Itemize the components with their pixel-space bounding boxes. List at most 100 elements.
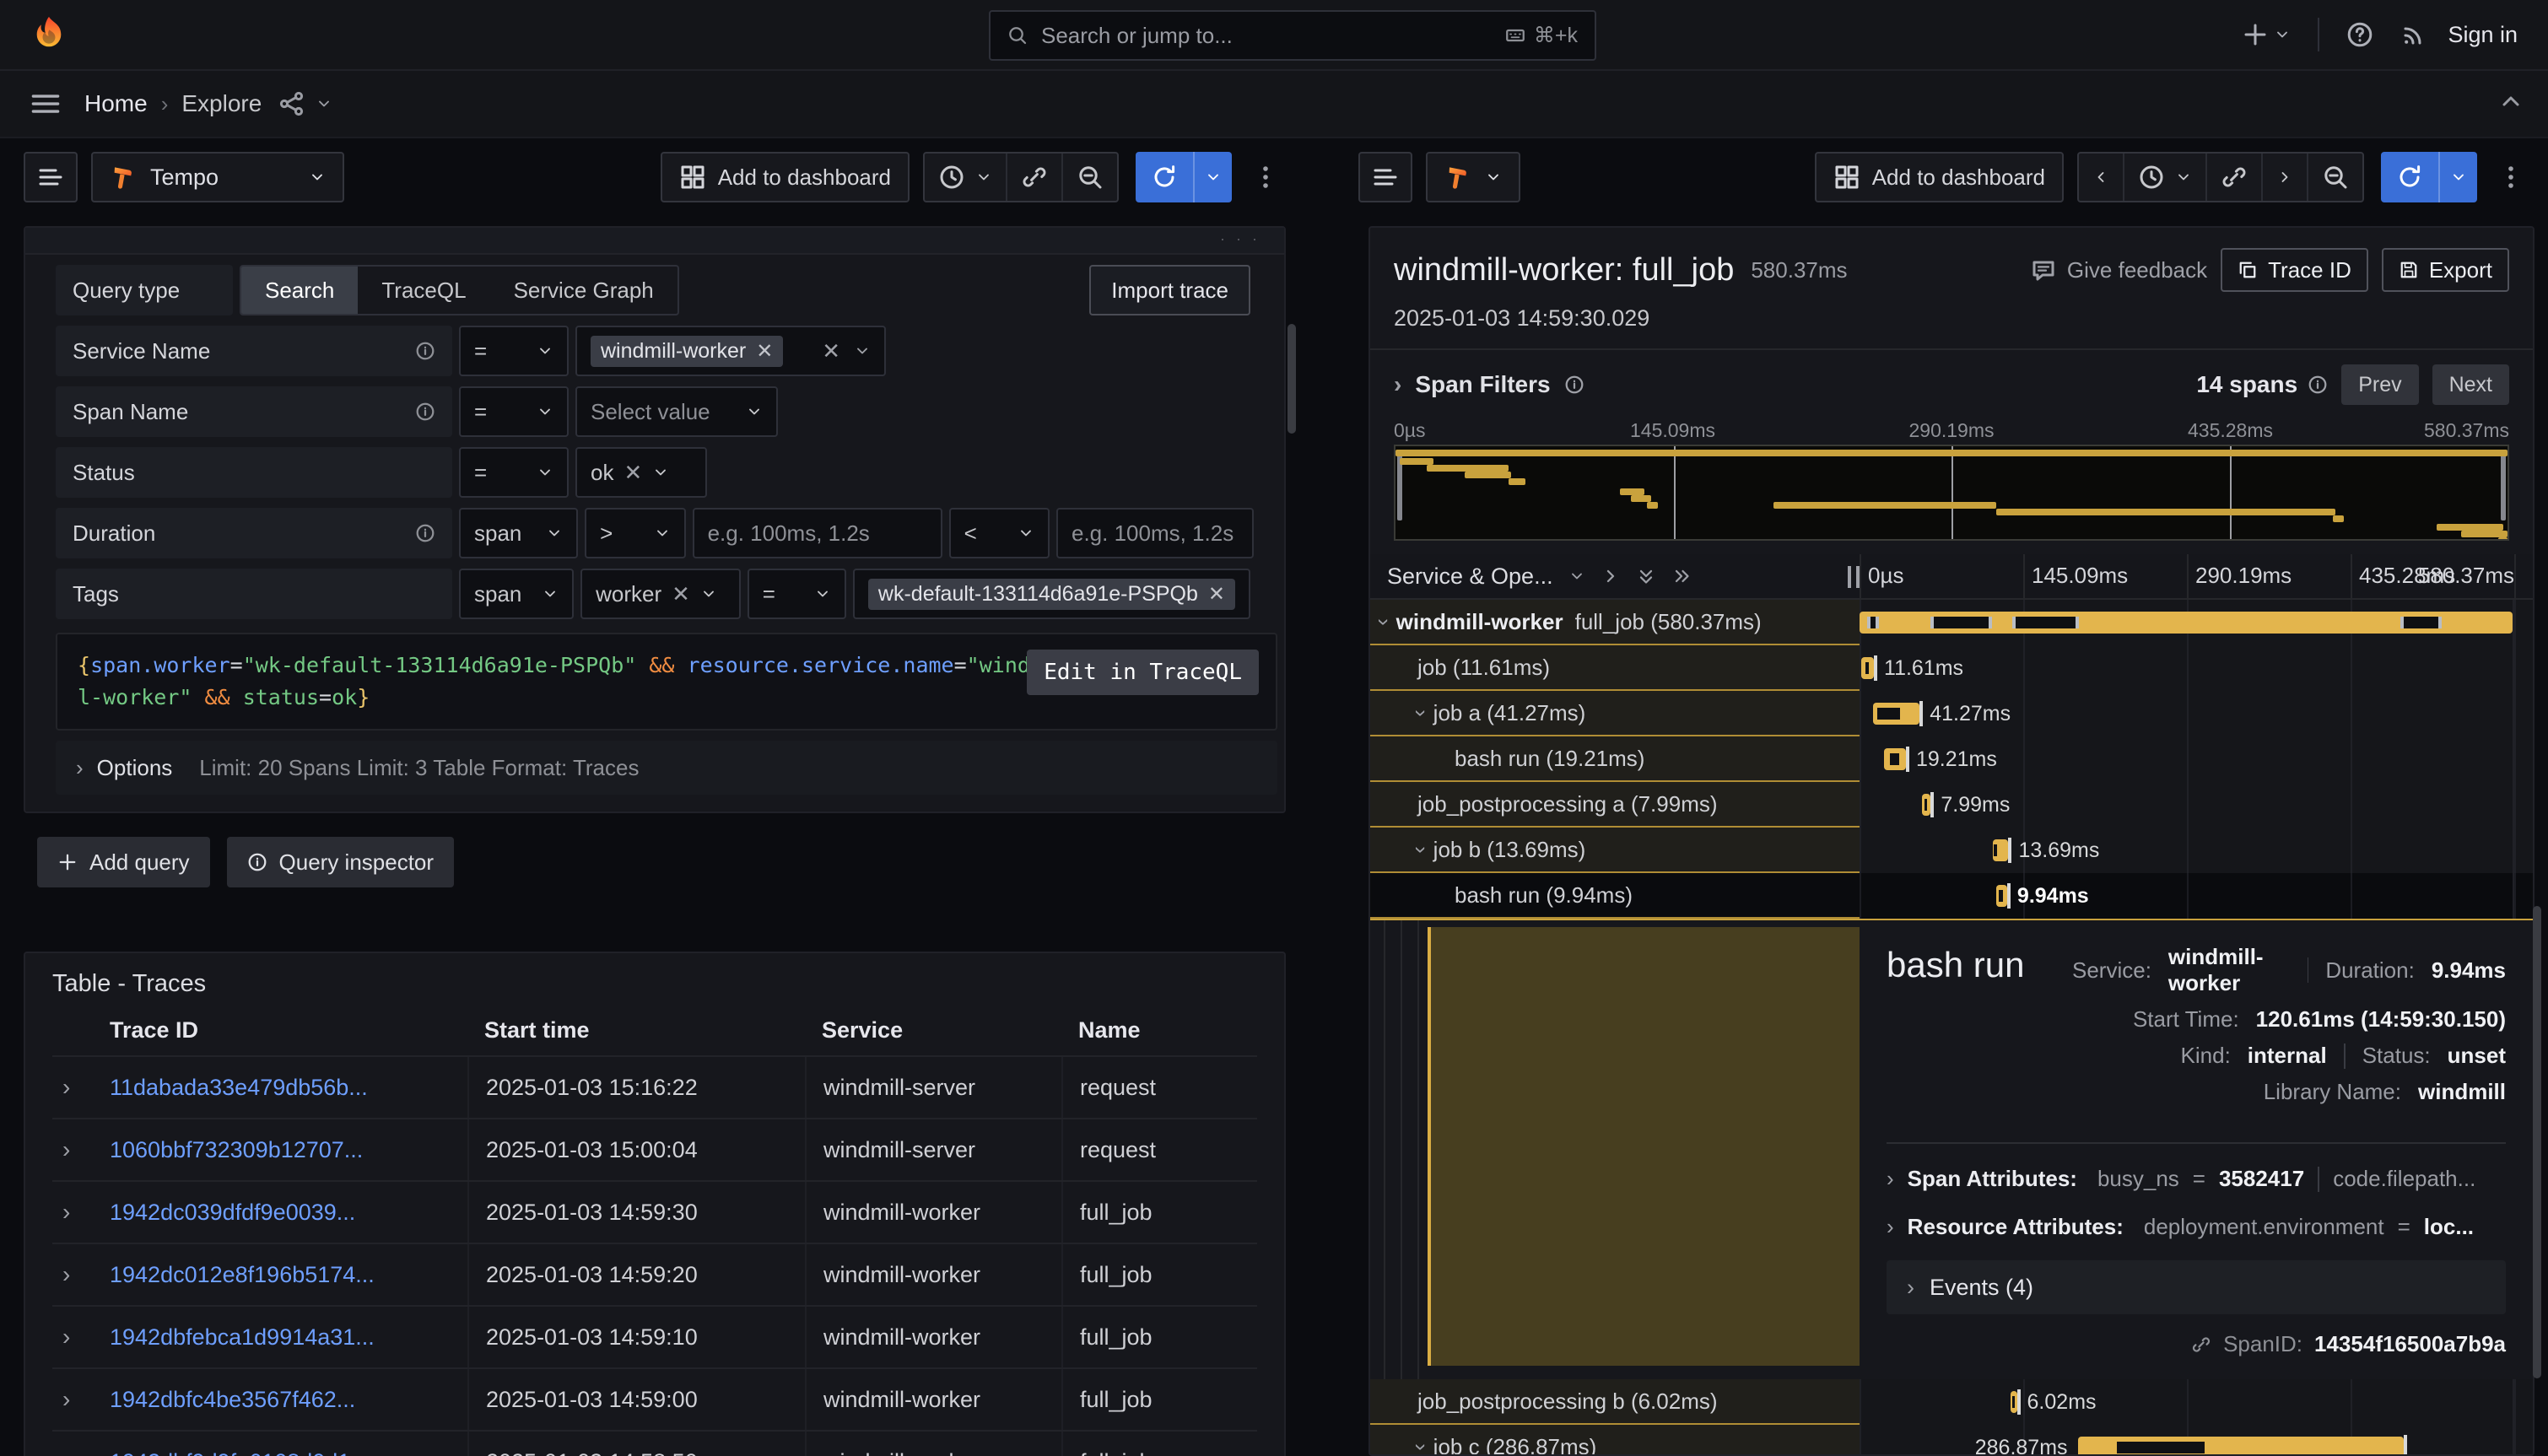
span-bar[interactable] bbox=[1873, 703, 1919, 725]
span-row[interactable]: job (11.61ms)11.61ms bbox=[1370, 645, 2533, 691]
timeline-column-header[interactable]: Service & Ope... bbox=[1370, 554, 1860, 598]
copy-link-button[interactable] bbox=[2205, 154, 2261, 201]
run-query-button[interactable] bbox=[1136, 152, 1193, 202]
row-expander-icon[interactable]: › bbox=[52, 1307, 110, 1367]
share-alt-icon[interactable] bbox=[278, 90, 305, 117]
time-shift-back-button[interactable] bbox=[2079, 154, 2123, 201]
trace-id-link[interactable]: 1942dc012e8f196b5174... bbox=[110, 1262, 375, 1288]
trace-id-link[interactable]: 1060bbf732309b12707... bbox=[110, 1137, 363, 1163]
trace-id-link[interactable]: 1942dbf9d9fa6108d0d1... bbox=[110, 1449, 370, 1456]
global-search[interactable]: ⌘+k bbox=[989, 10, 1596, 61]
remove-chip-icon[interactable]: ✕ bbox=[1208, 582, 1225, 607]
span-name-cell[interactable]: job_postprocessing b (6.02ms) bbox=[1370, 1379, 1860, 1425]
span-attributes-toggle[interactable]: › Span Attributes: busy_ns = 3582417 cod… bbox=[1887, 1166, 2506, 1192]
events-toggle[interactable]: › Events (4) bbox=[1887, 1260, 2506, 1314]
trace-id-link[interactable]: 1942dc039dfdf9e0039... bbox=[110, 1200, 355, 1226]
time-shift-forward-button[interactable] bbox=[2261, 154, 2307, 201]
row-expander-icon[interactable]: › bbox=[52, 1244, 110, 1305]
tags-scope[interactable]: span bbox=[459, 569, 574, 619]
chevron-down-icon[interactable]: › bbox=[1408, 846, 1434, 854]
span-bar[interactable] bbox=[2078, 1437, 2404, 1456]
expand-all-icon[interactable] bbox=[1671, 566, 1692, 586]
run-query-interval-button[interactable] bbox=[2438, 152, 2477, 202]
add-to-dashboard-button[interactable]: Add to dashboard bbox=[661, 152, 910, 202]
span-name-cell[interactable]: bash run (19.21ms) bbox=[1370, 736, 1860, 782]
span-bar[interactable] bbox=[1922, 794, 1931, 816]
span-row[interactable]: job_postprocessing a (7.99ms)7.99ms bbox=[1370, 782, 2533, 828]
status-operator[interactable]: = bbox=[459, 447, 569, 498]
grafana-logo-icon[interactable] bbox=[27, 13, 71, 57]
run-query-interval-button[interactable] bbox=[1193, 152, 1232, 202]
span-row[interactable]: ›windmill-workerfull_job (580.37ms) bbox=[1370, 600, 2533, 645]
collapse-all-icon[interactable] bbox=[1636, 566, 1656, 586]
column-resize-handle[interactable] bbox=[1848, 566, 1860, 588]
span-bar[interactable] bbox=[1860, 612, 2513, 634]
trace-id-link[interactable]: 1942dbfebca1d9914a31... bbox=[110, 1324, 375, 1351]
tags-operator[interactable]: = bbox=[748, 569, 846, 619]
duration-lt-operator[interactable]: < bbox=[949, 508, 1050, 558]
query-history-button[interactable] bbox=[1358, 152, 1412, 202]
sign-in-button[interactable]: Sign in bbox=[2444, 15, 2524, 55]
next-span-button[interactable]: Next bbox=[2432, 364, 2509, 405]
duration-scope[interactable]: span bbox=[459, 508, 578, 558]
table-row[interactable]: ›11dabada33e479db56b...2025-01-03 15:16:… bbox=[52, 1055, 1257, 1118]
span-bar[interactable] bbox=[2011, 1391, 2017, 1413]
left-scrollbar-thumb[interactable] bbox=[1287, 324, 1296, 434]
duration-min-input[interactable] bbox=[693, 508, 942, 558]
export-button[interactable]: Export bbox=[2382, 248, 2509, 292]
span-name-cell[interactable]: ›job c (286.87ms) bbox=[1370, 1425, 1860, 1456]
minimap-right-handle[interactable] bbox=[2501, 453, 2506, 520]
expand-one-level-icon[interactable] bbox=[1601, 566, 1621, 586]
span-name-value[interactable]: Select value bbox=[575, 386, 778, 437]
row-expander-icon[interactable]: › bbox=[52, 1119, 110, 1180]
chevron-down-icon[interactable]: › bbox=[1408, 709, 1434, 717]
span-bar[interactable] bbox=[1861, 657, 1874, 679]
query-mode-search[interactable]: Search bbox=[241, 267, 358, 314]
duration-max-input[interactable] bbox=[1056, 508, 1254, 558]
span-bar[interactable] bbox=[1996, 885, 2007, 907]
mega-menu-button[interactable] bbox=[24, 82, 67, 126]
table-row[interactable]: ›1942dbf9d9fa6108d0d1...2025-01-03 14:58… bbox=[52, 1430, 1257, 1456]
chevron-down-icon[interactable]: › bbox=[1408, 1443, 1434, 1451]
row-expander-icon[interactable]: › bbox=[52, 1369, 110, 1430]
span-bar[interactable] bbox=[1993, 839, 2009, 861]
time-picker-button[interactable] bbox=[925, 154, 1006, 201]
row-expander-icon[interactable]: › bbox=[52, 1182, 110, 1243]
col-service[interactable]: Service bbox=[805, 1017, 1061, 1043]
table-row[interactable]: ›1942dbfebca1d9914a31...2025-01-03 14:59… bbox=[52, 1305, 1257, 1367]
help-button[interactable] bbox=[2336, 11, 2383, 58]
tags-key[interactable]: worker ✕ bbox=[580, 569, 741, 619]
options-row[interactable]: › Options Limit: 20 Spans Limit: 3 Table… bbox=[56, 741, 1277, 795]
span-name-operator[interactable]: = bbox=[459, 386, 569, 437]
span-name-cell[interactable]: job (11.61ms) bbox=[1370, 645, 1860, 691]
clear-icon[interactable]: ✕ bbox=[822, 338, 840, 364]
span-row[interactable]: bash run (9.94ms)9.94ms bbox=[1370, 873, 2533, 919]
right-scrollbar-thumb[interactable] bbox=[2533, 906, 2541, 1378]
row-expander-icon[interactable]: › bbox=[52, 1057, 110, 1118]
clear-icon[interactable]: ✕ bbox=[624, 460, 642, 486]
prev-span-button[interactable]: Prev bbox=[2341, 364, 2418, 405]
add-to-dashboard-button[interactable]: Add to dashboard bbox=[1815, 152, 2064, 202]
trace-id-link[interactable]: 1942dbfc4be3567f462... bbox=[110, 1387, 355, 1413]
breadcrumb-explore[interactable]: Explore bbox=[181, 90, 262, 117]
minimap-canvas[interactable] bbox=[1394, 445, 2509, 541]
remove-chip-icon[interactable]: ✕ bbox=[756, 339, 773, 364]
give-feedback-button[interactable]: Give feedback bbox=[2030, 256, 2207, 283]
chevron-down-icon[interactable]: › bbox=[1371, 618, 1397, 626]
news-button[interactable] bbox=[2390, 11, 2437, 58]
span-row[interactable]: ›job b (13.69ms)13.69ms bbox=[1370, 828, 2533, 873]
table-row[interactable]: ›1942dc012e8f196b5174...2025-01-03 14:59… bbox=[52, 1243, 1257, 1305]
import-trace-button[interactable]: Import trace bbox=[1089, 265, 1250, 315]
span-name-cell[interactable]: ›job a (41.27ms) bbox=[1370, 691, 1860, 736]
span-name-cell[interactable]: ›windmill-workerfull_job (580.37ms) bbox=[1370, 600, 1860, 645]
datasource-picker[interactable]: Tempo bbox=[91, 152, 344, 202]
zoom-out-button[interactable] bbox=[2307, 154, 2362, 201]
col-trace-id[interactable]: Trace ID bbox=[110, 1017, 467, 1043]
run-query-button[interactable] bbox=[2381, 152, 2438, 202]
chevron-down-icon[interactable] bbox=[316, 95, 332, 112]
span-row[interactable]: ›job c (286.87ms)286.87ms bbox=[1370, 1425, 2533, 1456]
span-row[interactable]: job_postprocessing b (6.02ms)6.02ms bbox=[1370, 1379, 2533, 1425]
add-query-button[interactable]: Add query bbox=[37, 837, 210, 887]
clear-icon[interactable]: ✕ bbox=[672, 581, 690, 607]
span-name-cell[interactable]: ›job b (13.69ms) bbox=[1370, 828, 1860, 873]
